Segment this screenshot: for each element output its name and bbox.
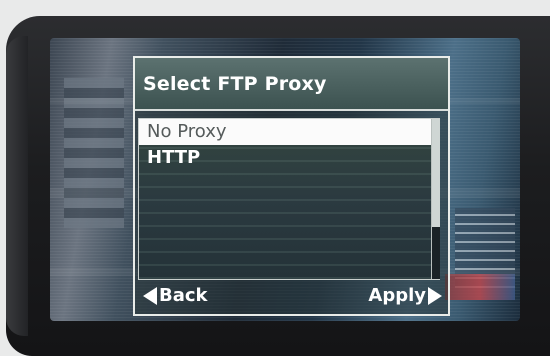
apply-label: Apply xyxy=(368,285,426,306)
back-button[interactable]: Back xyxy=(143,282,208,310)
scrollbar-thumb[interactable] xyxy=(432,119,440,227)
list-scrollbar[interactable] xyxy=(431,119,440,279)
back-label: Back xyxy=(159,285,208,306)
option-no-proxy[interactable]: No Proxy xyxy=(139,119,439,145)
option-http[interactable]: HTTP xyxy=(139,145,439,171)
background-ui-red xyxy=(445,274,515,300)
lcd-screen: Select FTP Proxy No Proxy HTTP Back Appl… xyxy=(50,38,520,321)
apply-button[interactable]: Apply xyxy=(368,282,442,310)
arrow-left-icon xyxy=(143,287,157,305)
proxy-option-list[interactable]: No Proxy HTTP xyxy=(138,118,440,280)
dialog-title: Select FTP Proxy xyxy=(135,58,448,111)
ftp-proxy-dialog: Select FTP Proxy No Proxy HTTP Back Appl… xyxy=(133,56,450,316)
arrow-right-icon xyxy=(428,287,442,305)
camera-body-edge xyxy=(6,36,28,336)
